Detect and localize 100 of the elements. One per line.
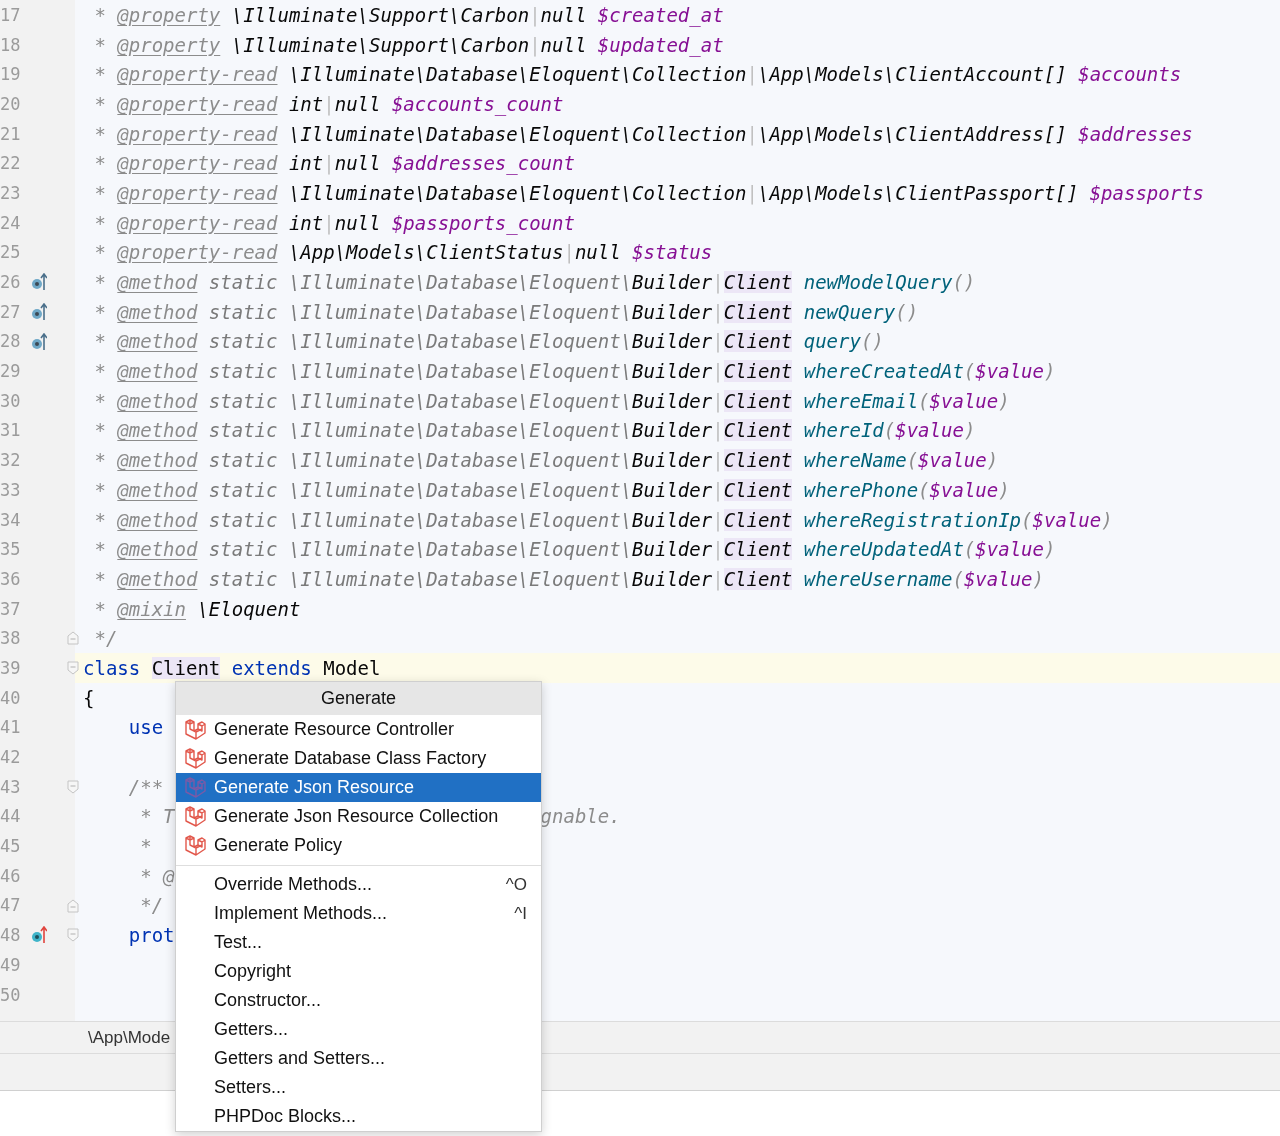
menu-item-label: Generate Json Resource Collection — [214, 806, 500, 827]
fold-icon[interactable] — [67, 779, 79, 794]
line-number: 22 — [0, 152, 22, 176]
line-number: 42 — [0, 746, 22, 770]
menu-item[interactable]: Generate Policy — [176, 831, 541, 860]
menu-item-label: Generate Resource Controller — [214, 719, 456, 740]
line-number: 43 — [0, 775, 22, 799]
line-number: 33 — [0, 478, 22, 502]
menu-item[interactable]: Copyright — [176, 957, 541, 986]
line-number: 35 — [0, 538, 22, 562]
code-line: * @property-read \Illuminate\Database\Eloquent\Collection|\App\Models\ClientPassport[] $passports — [93, 180, 1205, 206]
code-line: * @property-read int|null $passports_count — [93, 210, 575, 236]
code-line: /** — [127, 774, 164, 800]
code-line: * @method static \Illuminate\Database\Eloquent\Builder|Client whereUsername($value) — [93, 566, 1044, 592]
code-line: gnable. — [540, 804, 621, 830]
line-number: 21 — [0, 122, 22, 146]
menu-item[interactable]: Test... — [176, 928, 541, 957]
line-number: 49 — [0, 953, 22, 977]
code-line: */ — [93, 626, 118, 652]
menu-item[interactable]: Generate Json Resource Collection — [176, 802, 541, 831]
line-number: 29 — [0, 360, 22, 384]
implemented-method-icon[interactable] — [31, 332, 47, 351]
code-line: * @method static \Illuminate\Database\Eloquent\Builder|Client newQuery() — [93, 299, 919, 325]
menu-item-label: Test... — [214, 932, 263, 953]
line-number: 39 — [0, 656, 22, 680]
code-line: use — [127, 715, 164, 741]
code-line: { — [83, 685, 95, 711]
menu-item[interactable]: Generate Resource Controller — [176, 715, 541, 744]
code-line: * @method static \Illuminate\Database\Eloquent\Builder|Client wherePhone($value) — [93, 477, 1010, 503]
code-line: * @property \Illuminate\Support\Carbon|null $created_at — [93, 2, 724, 28]
line-number: 44 — [0, 805, 22, 829]
menu-item[interactable]: Setters... — [176, 1073, 541, 1102]
implemented-method-icon[interactable] — [31, 273, 47, 292]
menu-item[interactable]: Getters and Setters... — [176, 1044, 541, 1073]
shortcut: ^O — [505, 874, 527, 895]
line-number: 32 — [0, 449, 22, 473]
code-line: * @property-read \Illuminate\Database\Eloquent\Collection|\App\Models\ClientAddress[] $addresses — [93, 121, 1193, 147]
menu-item[interactable]: PHPDoc Blocks... — [176, 1102, 541, 1131]
code-line: * @method static \Illuminate\Database\Eloquent\Builder|Client whereName($value) — [93, 448, 999, 474]
menu-item-label: PHPDoc Blocks... — [214, 1106, 358, 1127]
fold-icon[interactable] — [67, 631, 79, 646]
menu-item-label: Getters... — [214, 1019, 290, 1040]
line-number: 28 — [0, 330, 22, 354]
menu-item[interactable]: Implement Methods... ^I — [176, 899, 541, 928]
line-number: 27 — [0, 300, 22, 324]
code-line: class Client extends Model — [83, 655, 381, 681]
laravel-icon — [184, 834, 206, 857]
shortcut: ^I — [514, 903, 527, 924]
code-line: * @property-read \App\Models\ClientStatus|null $status — [93, 240, 713, 266]
menu-item[interactable]: Getters... — [176, 1015, 541, 1044]
menu-item-label: Constructor... — [214, 990, 323, 1011]
menu-item-label: Implement Methods... — [214, 903, 389, 924]
code-line: * @property-read int|null $addresses_count — [93, 151, 575, 177]
line-number: 24 — [0, 211, 22, 235]
menu-item[interactable]: Generate Database Class Factory — [176, 744, 541, 773]
code-line: * @method static \Illuminate\Database\Eloquent\Builder|Client whereRegistrationIp($value) — [93, 507, 1113, 533]
code-line: * @method static \Illuminate\Database\Eloquent\Builder|Client whereId($value) — [93, 418, 976, 444]
code-line: * @method static \Illuminate\Database\Eloquent\Builder|Client newModelQuery() — [93, 270, 976, 296]
line-number: 38 — [0, 627, 22, 651]
line-number: 23 — [0, 181, 22, 205]
menu-item[interactable]: Constructor... — [176, 986, 541, 1015]
menu-item-label: Override Methods... — [214, 874, 374, 895]
line-number: 31 — [0, 419, 22, 443]
code-line: prot — [127, 923, 175, 949]
code-line: * T — [139, 804, 175, 830]
breadcrumb[interactable]: \App\Mode — [88, 1027, 171, 1048]
code-line: * @mixin \Eloquent — [93, 596, 301, 622]
code-line: * @property-read int|null $accounts_count — [93, 91, 564, 117]
line-number: 46 — [0, 864, 22, 888]
line-number: 45 — [0, 835, 22, 859]
line-number: 19 — [0, 63, 22, 87]
fold-icon[interactable] — [67, 898, 79, 913]
code-line: * @property-read \Illuminate\Database\Eloquent\Collection|\App\Models\ClientAccount[] $accounts — [93, 62, 1182, 88]
line-number: 26 — [0, 271, 22, 295]
code-line: * @method static \Illuminate\Database\Eloquent\Builder|Client query() — [93, 329, 884, 355]
menu-item-label: Getters and Setters... — [214, 1048, 387, 1069]
laravel-icon — [184, 805, 206, 828]
line-number: 18 — [0, 33, 22, 57]
line-number: 20 — [0, 92, 22, 116]
menu-item-label: Generate Policy — [214, 835, 344, 856]
menu-item-label: Setters... — [214, 1077, 288, 1098]
code-line: */ — [139, 893, 164, 919]
code-line: * @property \Illuminate\Support\Carbon|null $updated_at — [93, 32, 724, 58]
line-number: 30 — [0, 389, 22, 413]
line-number: 37 — [0, 597, 22, 621]
implemented-method-icon[interactable] — [31, 302, 47, 321]
laravel-icon — [184, 747, 206, 770]
line-number: 48 — [0, 924, 22, 948]
line-number: 40 — [0, 686, 22, 710]
laravel-icon — [184, 776, 206, 799]
fold-icon[interactable] — [67, 661, 79, 676]
menu-item[interactable]: Override Methods... ^O — [176, 870, 541, 899]
code-line: * @method static \Illuminate\Database\Eloquent\Builder|Client whereEmail($value) — [93, 388, 1010, 414]
line-number: 41 — [0, 716, 22, 740]
line-number: 34 — [0, 508, 22, 532]
code-line: * — [139, 834, 152, 860]
overriding-method-icon[interactable] — [31, 926, 47, 945]
laravel-icon — [184, 718, 206, 741]
menu-item[interactable]: Generate Json Resource — [176, 773, 541, 802]
fold-icon[interactable] — [67, 928, 79, 943]
